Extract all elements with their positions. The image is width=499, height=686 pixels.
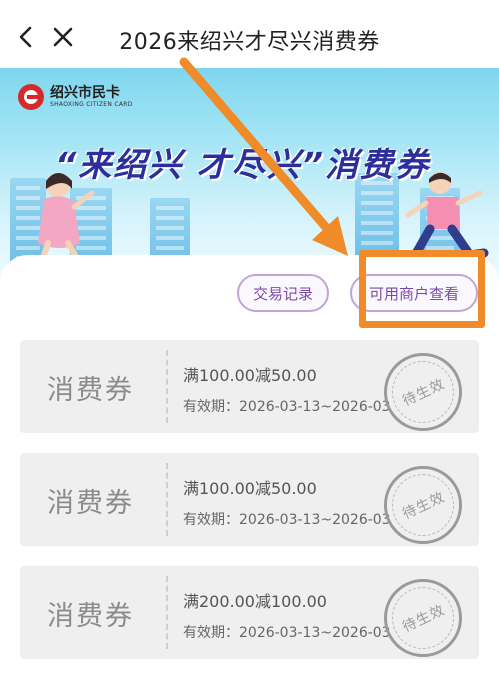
page-title: 2026来绍兴才尽兴消费券 (119, 30, 380, 55)
banner-slogan: “来绍兴 才尽兴”消费券 (55, 145, 430, 184)
coupon-divider (166, 576, 168, 649)
stamp-text: 待生效 (397, 373, 449, 411)
pending-stamp: 待生效 (384, 353, 462, 431)
coupon-validity: 有效期：2026-03-13~2026-03 (183, 512, 391, 528)
coupon-amount: 满100.00减50.00 (183, 366, 317, 385)
transaction-records-button[interactable]: 交易记录 (237, 274, 329, 312)
highlight-box (359, 250, 485, 328)
citizen-card-logo: 绍兴市民卡 SHAOXING CITIZEN CARD (18, 83, 133, 111)
coupon-amount: 满100.00减50.00 (183, 479, 317, 498)
coupon-amount: 满200.00减100.00 (183, 592, 327, 611)
logo-cn-text: 绍兴市民卡 (50, 85, 120, 101)
logo-icon (18, 84, 44, 110)
logo-en-text: SHAOXING CITIZEN CARD (50, 101, 133, 108)
coupon-name: 消费券 (47, 601, 134, 632)
coupon-card[interactable]: 消费券 满200.00减100.00 有效期：2026-03-13~2026-0… (20, 566, 479, 659)
coupon-name: 消费券 (47, 488, 134, 519)
coupon-divider (166, 463, 168, 536)
coupon-divider (166, 350, 168, 423)
stamp-text: 待生效 (397, 486, 449, 524)
pending-stamp: 待生效 (384, 579, 462, 657)
coupon-card[interactable]: 消费券 满100.00减50.00 有效期：2026-03-13~2026-03… (20, 340, 479, 433)
coupon-card[interactable]: 消费券 满100.00减50.00 有效期：2026-03-13~2026-03… (20, 453, 479, 546)
pending-stamp: 待生效 (384, 466, 462, 544)
header-bar: 2026来绍兴才尽兴消费券 (0, 0, 499, 72)
coupon-validity: 有效期：2026-03-13~2026-03 (183, 399, 391, 415)
stamp-text: 待生效 (397, 599, 449, 637)
coupon-name: 消费券 (47, 375, 134, 406)
coupon-validity: 有效期：2026-03-13~2026-03 (183, 625, 391, 641)
